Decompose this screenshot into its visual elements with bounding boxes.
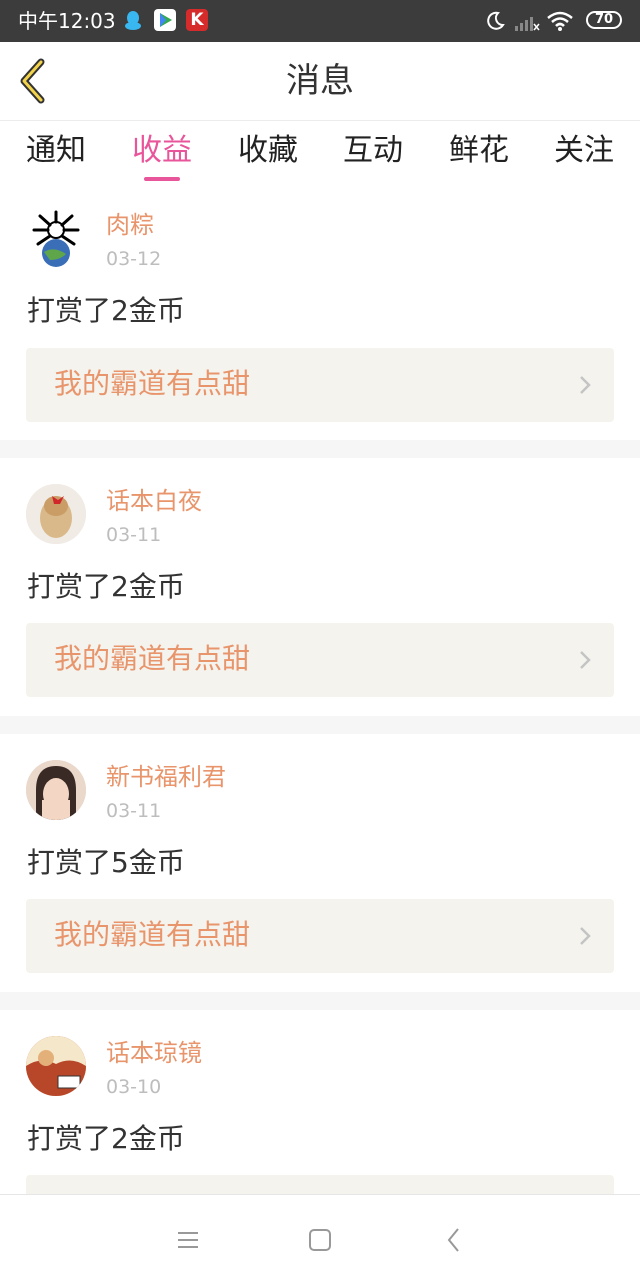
book-link[interactable] xyxy=(26,1175,614,1194)
message-date: 03-10 xyxy=(106,1076,162,1098)
system-nav-bar xyxy=(0,1194,640,1281)
user-name[interactable]: 新书福利君 xyxy=(106,762,226,792)
chevron-right-icon xyxy=(580,927,591,945)
book-link[interactable]: 我的霸道有点甜 xyxy=(26,348,614,422)
book-title: 我的霸道有点甜 xyxy=(54,642,251,675)
moon-icon xyxy=(487,11,505,30)
avatar[interactable] xyxy=(26,1036,86,1096)
message-card: 肉粽 03-12 打赏了2金币 我的霸道有点甜 xyxy=(0,190,640,440)
title-bar: 消息 xyxy=(0,42,640,121)
active-tab-indicator xyxy=(144,177,180,181)
user-name[interactable]: 话本白夜 xyxy=(106,486,202,516)
status-bar: 中午12:03 K 70 xyxy=(0,0,640,42)
tab-earnings[interactable]: 收益 xyxy=(132,131,192,171)
wifi-icon xyxy=(547,11,573,31)
user-name[interactable]: 话本琼镜 xyxy=(106,1038,202,1068)
tab-interaction[interactable]: 互动 xyxy=(343,131,403,171)
system-back-button[interactable] xyxy=(434,1220,474,1260)
book-link[interactable]: 我的霸道有点甜 xyxy=(26,899,614,973)
avatar[interactable] xyxy=(26,208,86,268)
play-store-icon xyxy=(154,9,176,31)
book-link[interactable]: 我的霸道有点甜 xyxy=(26,623,614,697)
divider xyxy=(0,992,640,1010)
message-date: 03-11 xyxy=(106,800,162,822)
home-square-icon xyxy=(309,1229,331,1251)
reward-text: 打赏了2金币 xyxy=(27,294,185,327)
tab-follow[interactable]: 关注 xyxy=(554,131,614,171)
page-title: 消息 xyxy=(286,61,354,101)
message-card: 新书福利君 03-11 打赏了5金币 我的霸道有点甜 xyxy=(0,734,640,992)
avatar[interactable] xyxy=(26,760,86,820)
reward-text: 打赏了2金币 xyxy=(27,570,185,603)
signal-icon xyxy=(515,17,540,31)
tab-favorites[interactable]: 收藏 xyxy=(238,131,298,171)
chevron-right-icon xyxy=(580,651,591,669)
k-app-icon: K xyxy=(186,9,208,31)
avatar-image-icon xyxy=(26,484,86,544)
tab-notice[interactable]: 通知 xyxy=(26,131,86,171)
message-date: 03-12 xyxy=(106,248,162,270)
menu-button[interactable] xyxy=(168,1220,208,1260)
tab-bar: 通知 收益 收藏 互动 鲜花 关注 xyxy=(0,121,640,189)
avatar-image-icon xyxy=(26,1036,86,1096)
menu-icon xyxy=(178,1232,198,1248)
qq-icon xyxy=(122,9,144,31)
home-button[interactable] xyxy=(300,1220,340,1260)
message-date: 03-11 xyxy=(106,524,162,546)
status-time: 中午12:03 xyxy=(18,9,116,33)
avatar[interactable] xyxy=(26,484,86,544)
book-title: 我的霸道有点甜 xyxy=(54,367,251,400)
reward-text: 打赏了2金币 xyxy=(27,1122,185,1155)
message-card: 话本琼镜 03-10 打赏了2金币 xyxy=(0,1010,640,1194)
avatar-image-icon xyxy=(26,760,86,820)
tab-flowers[interactable]: 鲜花 xyxy=(449,131,509,171)
user-name[interactable]: 肉粽 xyxy=(106,210,154,240)
divider xyxy=(0,440,640,458)
reward-text: 打赏了5金币 xyxy=(27,846,185,879)
avatar-image-icon xyxy=(32,210,80,267)
battery-indicator: 70 xyxy=(586,11,622,29)
chevron-right-icon xyxy=(580,376,591,394)
back-chevron-icon xyxy=(447,1228,459,1252)
book-title: 我的霸道有点甜 xyxy=(54,918,251,951)
message-card: 话本白夜 03-11 打赏了2金币 我的霸道有点甜 xyxy=(0,458,640,716)
divider xyxy=(0,716,640,734)
